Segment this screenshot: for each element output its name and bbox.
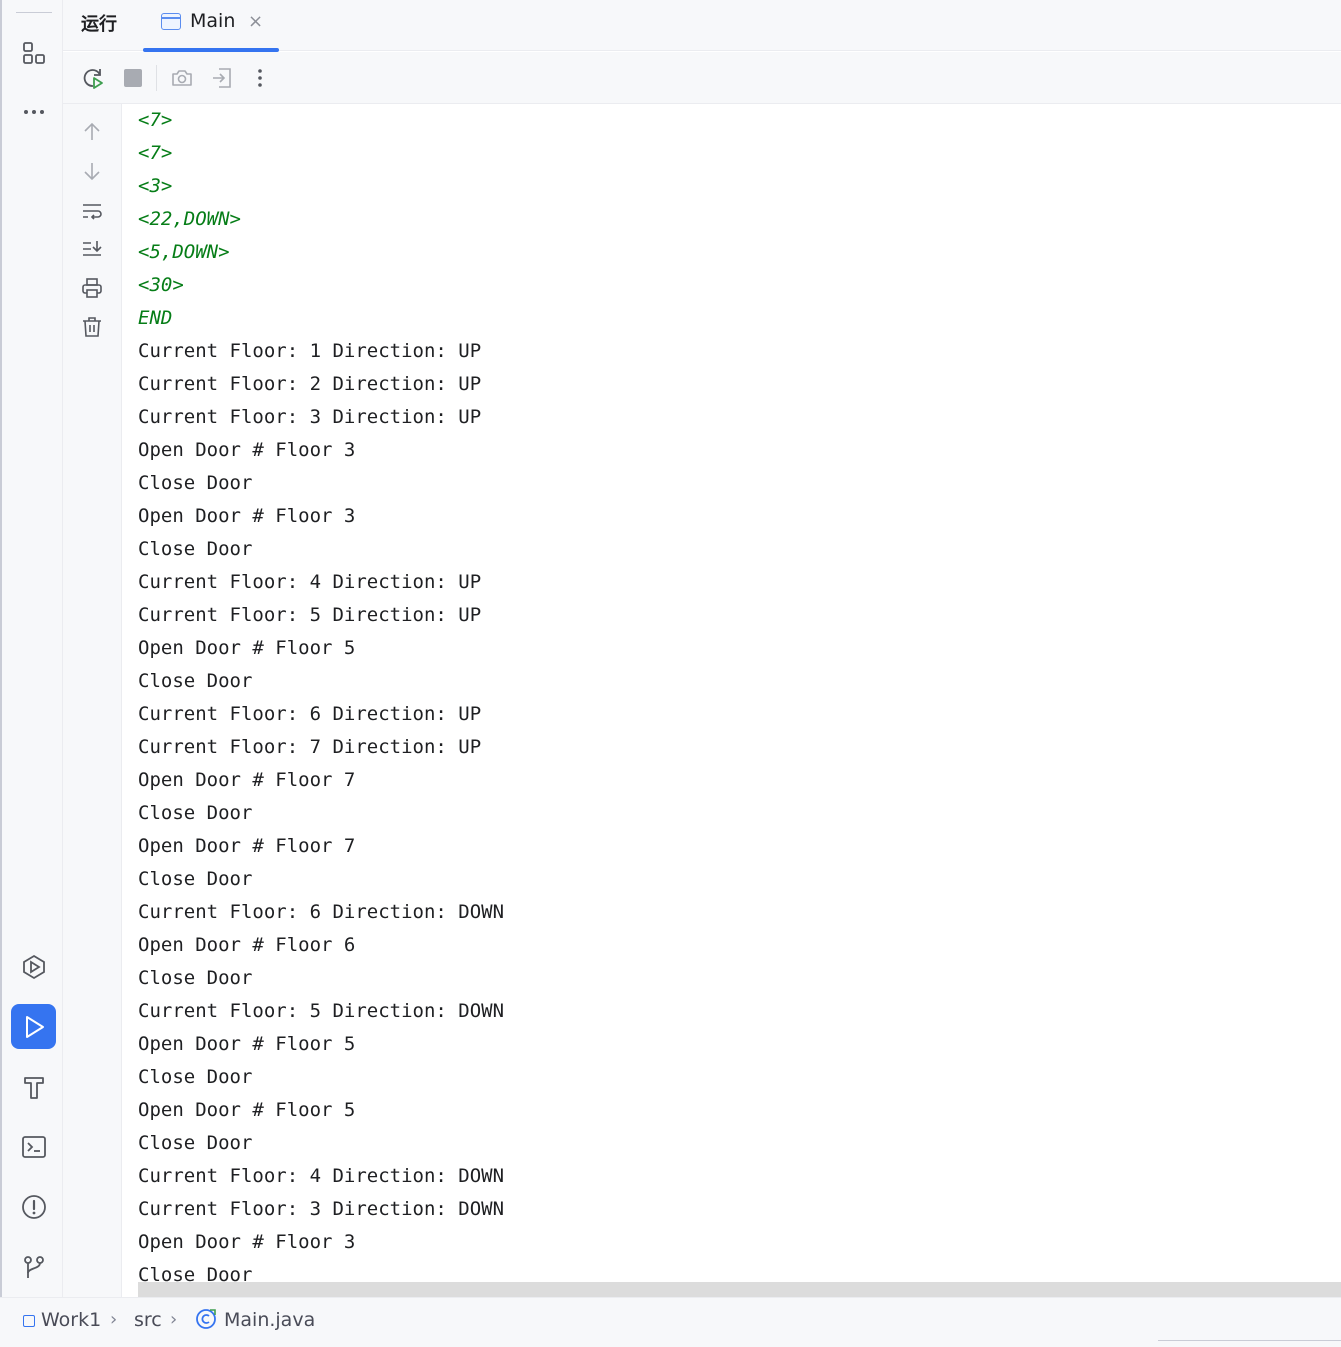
problems-icon [21, 1194, 46, 1219]
console-output-line: Current Floor: 4 Direction: DOWN [138, 1165, 505, 1187]
console-output-line: Current Floor: 6 Direction: DOWN [138, 901, 505, 923]
services-icon [22, 954, 45, 979]
down-arrow-icon [84, 163, 100, 181]
status-bar: Work1 › src › Main.java [0, 1297, 1341, 1347]
console-lines: <7> <7> <3> <22,DOWN> <5,DOWN> <30> END Current… [138, 104, 504, 1282]
more-vertical-icon [258, 69, 262, 87]
screenshot-button[interactable] [168, 64, 196, 92]
structure-icon [22, 41, 45, 64]
more-icon [23, 109, 44, 114]
services-button[interactable] [11, 944, 56, 989]
console-output-line: Close Door [138, 538, 253, 560]
chevron-right-icon: › [110, 1309, 118, 1330]
console-output-line: Close Door [138, 802, 253, 824]
restore-layout-icon [213, 68, 231, 88]
strip-divider [16, 12, 52, 13]
next-occurrence-button[interactable] [79, 158, 105, 184]
console-output-line: Current Floor: 6 Direction: UP [138, 703, 482, 725]
tab-main[interactable]: Main × [143, 0, 279, 52]
chevron-right-icon: › [170, 1309, 178, 1330]
console-input-line: <30> [138, 274, 184, 296]
screenshot-icon [172, 70, 192, 86]
console-input-line: <22,DOWN> [138, 208, 241, 230]
run-toolbar [63, 52, 1341, 104]
tab-label: Main [190, 10, 236, 32]
console-input-line: <7> [138, 142, 173, 164]
console-output-line: Open Door # Floor 3 [138, 505, 356, 527]
tool-window-title: 运行 [81, 14, 117, 35]
git-button[interactable] [11, 1244, 56, 1289]
console-output-line: Open Door # Floor 5 [138, 637, 356, 659]
console-input-line: END [138, 307, 173, 329]
print-button[interactable] [79, 275, 105, 301]
tab-close-button[interactable]: × [248, 11, 263, 32]
rerun-button[interactable] [79, 64, 107, 92]
console-output-line: Current Floor: 4 Direction: UP [138, 571, 482, 593]
tool-window-header: 运行 Main × [63, 0, 1341, 52]
console-output-line: Current Floor: 1 Direction: UP [138, 340, 482, 362]
console-output-line: Open Door # Floor 3 [138, 1231, 356, 1253]
console-output-line: Current Floor: 3 Direction: DOWN [138, 1198, 505, 1220]
console-gutter [63, 104, 122, 1297]
console-output-line: Current Floor: 3 Direction: UP [138, 406, 482, 428]
restore-layout-button[interactable] [208, 64, 236, 92]
console-output-line: Close Door [138, 1066, 253, 1088]
more-actions-button[interactable] [246, 64, 274, 92]
terminal-button[interactable] [11, 1124, 56, 1169]
tool-window-strip [0, 0, 63, 1297]
console-input-line: <7> [138, 109, 173, 131]
scroll-to-end-icon [83, 241, 102, 256]
previous-occurrence-button[interactable] [79, 119, 105, 145]
trash-icon [83, 317, 101, 337]
console-output-line: Open Door # Floor 3 [138, 439, 356, 461]
console-output-line: Open Door # Floor 6 [138, 934, 356, 956]
console-input-line: <3> [138, 175, 173, 197]
stop-icon [124, 69, 142, 87]
console-output-line: Close Door [138, 670, 253, 692]
console-output-line: Close Door [138, 967, 253, 989]
status-bar-edge [1158, 1340, 1341, 1347]
soft-wrap-button[interactable] [79, 198, 105, 224]
console-output-line: Open Door # Floor 5 [138, 1033, 356, 1055]
console-output-line: Open Door # Floor 5 [138, 1099, 356, 1121]
console-output[interactable]: <7> <7> <3> <22,DOWN> <5,DOWN> <30> END Current… [122, 104, 1341, 1282]
stop-button[interactable] [119, 64, 147, 92]
breadcrumb-project[interactable]: Work1 [41, 1309, 101, 1331]
project-icon [23, 1315, 35, 1327]
console-output-line: Current Floor: 7 Direction: UP [138, 736, 482, 758]
horizontal-scrollbar[interactable] [138, 1282, 1341, 1297]
scroll-to-end-button[interactable] [79, 236, 105, 262]
java-class-icon [196, 1309, 216, 1329]
git-icon [23, 1255, 44, 1278]
console-output-line: Current Floor: 5 Direction: DOWN [138, 1000, 505, 1022]
console-output-line: Close Door [138, 472, 253, 494]
run-icon [25, 1015, 44, 1038]
build-icon [23, 1076, 44, 1099]
breadcrumb-file[interactable]: Main.java [224, 1309, 315, 1331]
print-icon [82, 278, 102, 298]
application-icon [161, 13, 181, 30]
console-input-line: <5,DOWN> [138, 241, 230, 263]
soft-wrap-icon [83, 204, 102, 220]
build-button[interactable] [11, 1064, 56, 1109]
console-output-line: Open Door # Floor 7 [138, 835, 356, 857]
breadcrumb-folder[interactable]: src [134, 1309, 162, 1331]
console-output-line: Close Door [138, 868, 253, 890]
console-output-line: Current Floor: 5 Direction: UP [138, 604, 482, 626]
console-output-line: Open Door # Floor 7 [138, 769, 356, 791]
problems-button[interactable] [11, 1184, 56, 1229]
more-tool-windows-button[interactable] [11, 89, 56, 134]
rerun-icon [83, 69, 103, 89]
console-output-line: Current Floor: 2 Direction: UP [138, 373, 482, 395]
run-tool-window-button[interactable] [11, 1004, 56, 1049]
structure-button[interactable] [11, 30, 56, 75]
console-output-line: Close Door [138, 1264, 253, 1282]
up-arrow-icon [84, 122, 100, 140]
toolbar-separator [156, 65, 157, 91]
clear-all-button[interactable] [79, 314, 105, 340]
console-output-line: Close Door [138, 1132, 253, 1154]
terminal-icon [21, 1135, 46, 1158]
